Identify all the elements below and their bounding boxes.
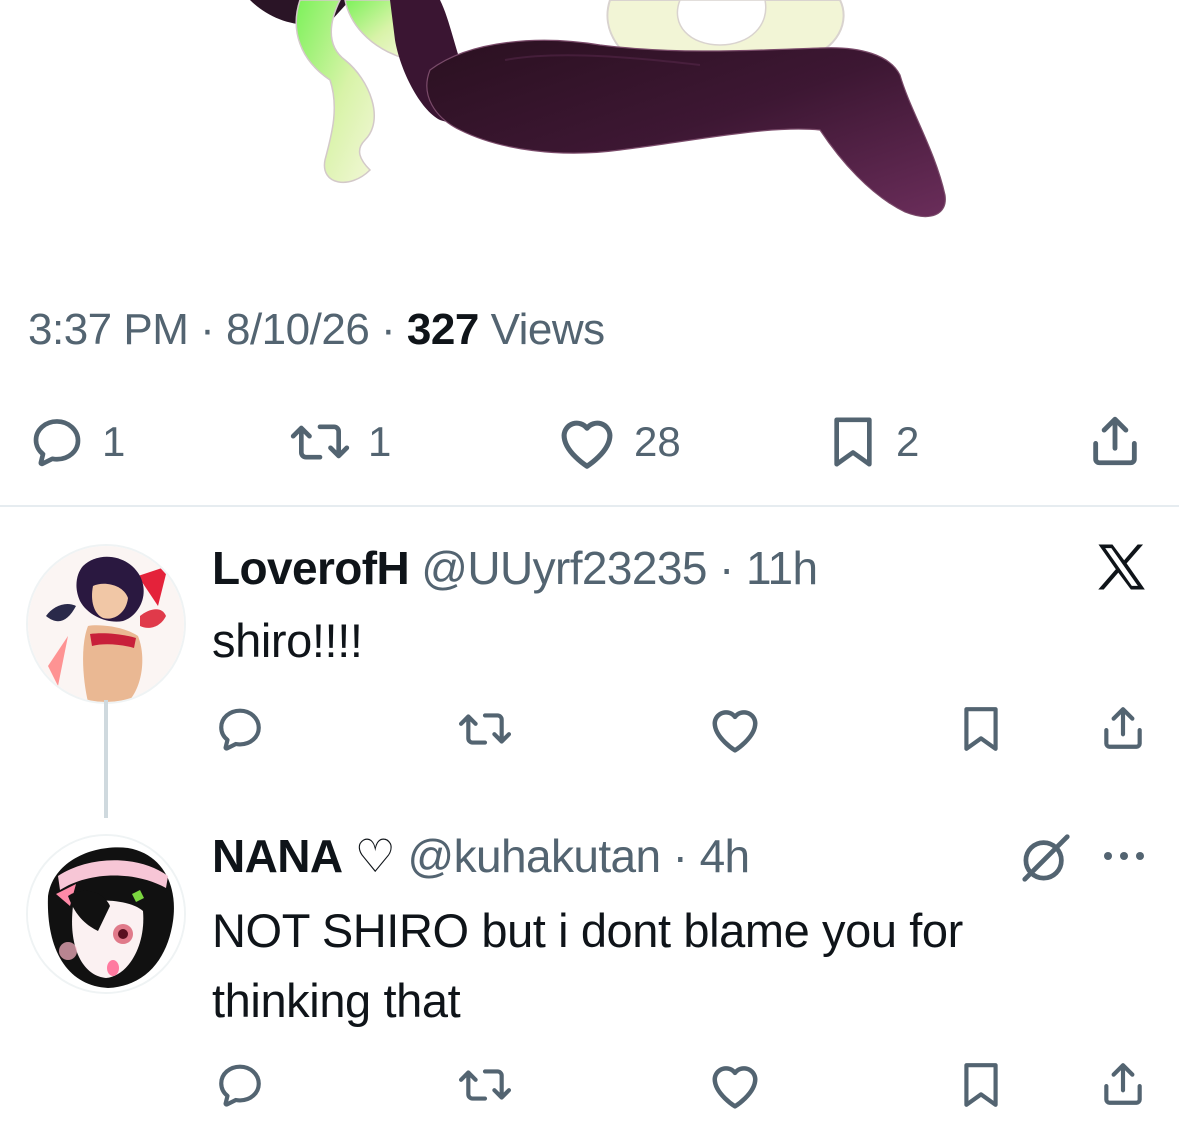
display-name[interactable]: LoverofH	[212, 542, 410, 594]
heart-icon	[556, 414, 618, 470]
name-heart: ♡	[354, 830, 396, 882]
like-button[interactable]	[708, 704, 762, 754]
reply-age[interactable]: 4h	[700, 830, 751, 882]
x-logo-icon[interactable]	[1094, 542, 1148, 592]
retweet-button[interactable]	[456, 1060, 514, 1110]
divider	[0, 505, 1179, 507]
grok-icon[interactable]	[1016, 832, 1076, 884]
display-name[interactable]: NANA	[212, 830, 343, 882]
heart-icon	[708, 1060, 762, 1110]
views-label: Views	[490, 305, 606, 354]
tweet-media-image[interactable]	[0, 0, 1179, 230]
share-icon	[1098, 702, 1148, 754]
like-action[interactable]: 28	[556, 414, 681, 470]
retweet-icon	[456, 1060, 514, 1110]
bookmark-action[interactable]: 2	[826, 414, 919, 470]
retweet-icon	[456, 704, 514, 754]
share-button[interactable]	[1086, 412, 1144, 470]
reply-button[interactable]	[214, 1060, 266, 1110]
reply-icon	[214, 704, 266, 754]
bookmark-button[interactable]	[958, 1060, 1004, 1110]
bookmark-icon	[958, 1060, 1004, 1110]
avatar[interactable]	[26, 834, 186, 994]
share-button[interactable]	[1098, 702, 1148, 754]
like-count: 28	[634, 418, 681, 465]
retweet-count: 1	[368, 418, 392, 465]
retweet-icon	[288, 414, 352, 470]
reply-button[interactable]	[214, 704, 266, 754]
retweet-button[interactable]	[456, 704, 514, 754]
reply-count: 1	[102, 418, 126, 465]
reply-header: LoverofH @UUyrf23235 · 11h	[212, 542, 818, 594]
reply-age[interactable]: 11h	[746, 542, 818, 594]
thread-line	[104, 700, 108, 818]
avatar[interactable]	[26, 544, 186, 704]
tweet-time[interactable]: 3:37 PM	[28, 305, 189, 354]
like-button[interactable]	[708, 1060, 762, 1110]
retweet-action[interactable]: 1	[288, 414, 391, 470]
share-icon	[1098, 1058, 1148, 1110]
reply-action[interactable]: 1	[28, 414, 125, 470]
share-button[interactable]	[1098, 1058, 1148, 1110]
bookmark-icon	[958, 704, 1004, 754]
user-handle[interactable]: @kuhakutan	[408, 830, 662, 882]
bookmark-count: 2	[896, 418, 920, 465]
reply-text: shiro!!!!	[212, 614, 363, 667]
reply-icon	[214, 1060, 266, 1110]
more-icon[interactable]	[1100, 848, 1150, 864]
reply-text: NOT SHIRO but i dont blame you for think…	[212, 904, 963, 1027]
reply-header: NANA ♡ @kuhakutan · 4h	[212, 830, 751, 882]
tweet-metadata: 3:37 PM · 8/10/26 · 327 Views	[28, 305, 606, 354]
heart-icon	[708, 704, 762, 754]
bookmark-icon	[826, 414, 880, 470]
user-handle[interactable]: @UUyrf23235	[421, 542, 707, 594]
share-icon	[1086, 412, 1144, 470]
bookmark-button[interactable]	[958, 704, 1004, 754]
reply-icon	[28, 414, 86, 470]
views-count: 327	[406, 305, 479, 354]
tweet-date[interactable]: 8/10/26	[226, 305, 370, 354]
